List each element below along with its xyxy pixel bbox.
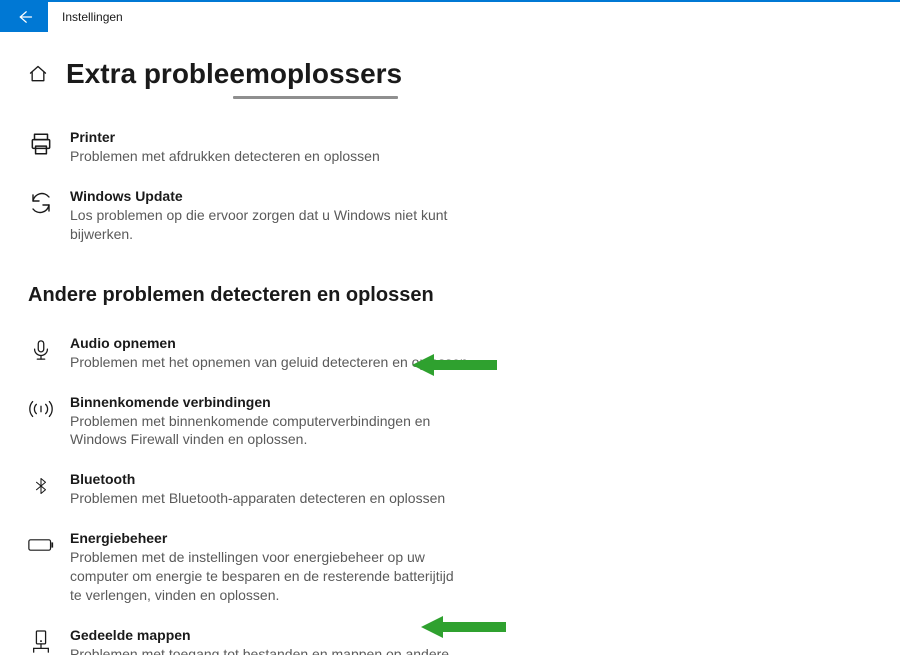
troubleshooter-item[interactable]: Bluetooth Problemen met Bluetooth-apparat… bbox=[28, 461, 468, 520]
item-text: Windows Update Los problemen op die ervoo… bbox=[70, 188, 468, 244]
item-desc: Los problemen op die ervoor zorgen dat u… bbox=[70, 206, 468, 244]
troubleshooter-item[interactable]: Energiebeheer Problemen met de instelling… bbox=[28, 520, 468, 617]
item-title: Gedeelde mappen bbox=[70, 627, 468, 643]
back-button[interactable] bbox=[0, 2, 48, 32]
section-heading: Andere problemen detecteren en oplossen bbox=[28, 284, 872, 307]
home-button[interactable] bbox=[28, 64, 48, 84]
item-text: Gedeelde mappen Problemen met toegang tot… bbox=[70, 627, 468, 655]
item-desc: Problemen met binnenkomende computerverb… bbox=[70, 412, 468, 450]
scroll-indicator[interactable] bbox=[233, 96, 398, 99]
item-desc: Problemen met de instellingen voor energ… bbox=[70, 548, 468, 605]
microphone-icon bbox=[28, 337, 54, 363]
troubleshooter-item[interactable]: Printer Problemen met afdrukken detectere… bbox=[28, 119, 468, 178]
battery-icon bbox=[28, 532, 54, 558]
item-title: Windows Update bbox=[70, 188, 468, 204]
bluetooth-icon bbox=[28, 473, 54, 499]
item-title: Printer bbox=[70, 129, 468, 145]
troubleshooter-item[interactable]: Gedeelde mappen Problemen met toegang tot… bbox=[28, 617, 468, 655]
troubleshooter-item[interactable]: Binnenkomende verbindingen Problemen met … bbox=[28, 384, 468, 462]
troubleshooter-item[interactable]: Windows Update Los problemen op die ervoo… bbox=[28, 178, 468, 256]
item-title: Energiebeheer bbox=[70, 530, 468, 546]
item-text: Bluetooth Problemen met Bluetooth-apparat… bbox=[70, 471, 468, 508]
item-text: Energiebeheer Problemen met de instelling… bbox=[70, 530, 468, 605]
signal-icon bbox=[28, 396, 54, 422]
page-title: Extra probleemoplossers bbox=[66, 58, 402, 90]
troubleshooter-item[interactable]: Audio opnemen Problemen met het opnemen v… bbox=[28, 325, 468, 384]
title-bar: Instellingen bbox=[0, 0, 900, 32]
item-title: Binnenkomende verbindingen bbox=[70, 394, 468, 410]
item-desc: Problemen met Bluetooth-apparaten detect… bbox=[70, 489, 468, 508]
printer-icon bbox=[28, 131, 54, 157]
item-desc: Problemen met het opnemen van geluid det… bbox=[70, 353, 468, 372]
sync-icon bbox=[28, 190, 54, 216]
item-title: Bluetooth bbox=[70, 471, 468, 487]
folder-network-icon bbox=[28, 629, 54, 655]
item-text: Binnenkomende verbindingen Problemen met … bbox=[70, 394, 468, 450]
item-desc: Problemen met toegang tot bestanden en m… bbox=[70, 645, 468, 655]
item-desc: Problemen met afdrukken detecteren en op… bbox=[70, 147, 468, 166]
item-text: Printer Problemen met afdrukken detectere… bbox=[70, 129, 468, 166]
item-text: Audio opnemen Problemen met het opnemen v… bbox=[70, 335, 468, 372]
window-title: Instellingen bbox=[62, 10, 123, 24]
item-title: Audio opnemen bbox=[70, 335, 468, 351]
